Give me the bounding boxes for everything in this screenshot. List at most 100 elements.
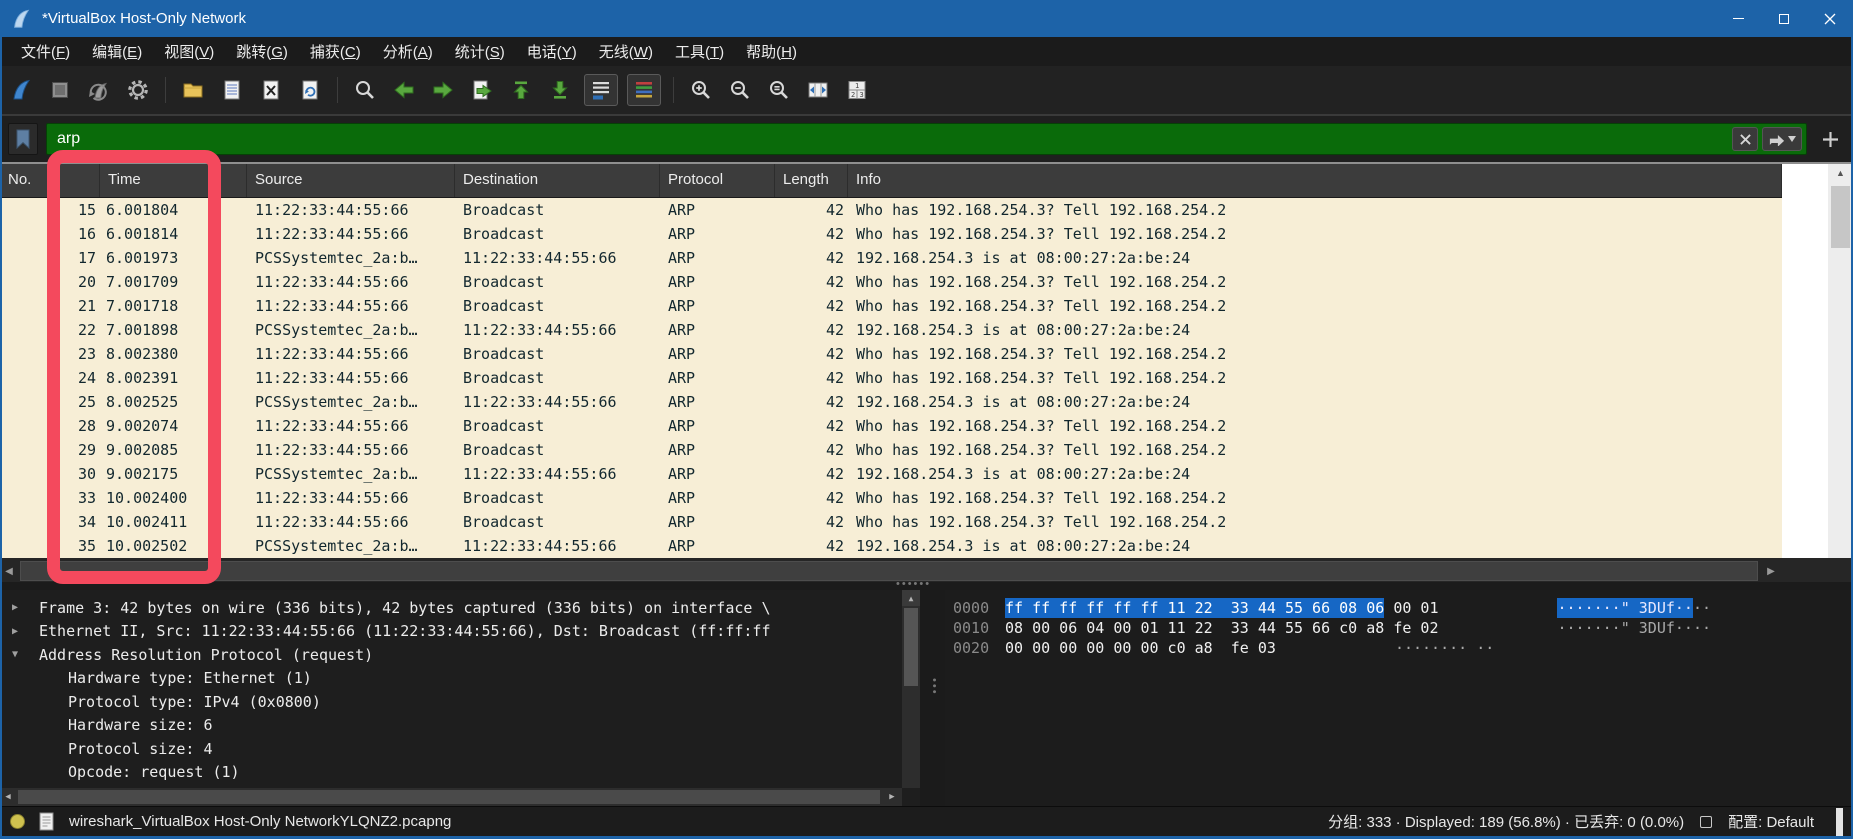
column-header-source[interactable]: Source	[247, 164, 455, 197]
hex-bytes[interactable]: 00 00 00 00 00 00 c0 a8 fe 03	[1005, 638, 1276, 658]
menu-item-f[interactable]: 文件(F)	[10, 38, 81, 65]
start-capture-button[interactable]	[6, 75, 36, 105]
hex-row[interactable]: 0000ff ff ff ff ff ff 11 22 33 44 55 66 …	[945, 598, 1853, 618]
reload-file-button[interactable]	[295, 75, 325, 105]
packet-row[interactable]: 289.00207411:22:33:44:55:66BroadcastARP4…	[0, 414, 1782, 438]
packet-row[interactable]: 207.00170911:22:33:44:55:66BroadcastARP4…	[0, 270, 1782, 294]
scrollbar-thumb[interactable]	[18, 790, 880, 804]
menu-item-s[interactable]: 统计(S)	[444, 38, 516, 65]
packet-row[interactable]: 299.00208511:22:33:44:55:66BroadcastARP4…	[0, 438, 1782, 462]
packet-row[interactable]: 156.00180411:22:33:44:55:66BroadcastARP4…	[0, 198, 1782, 222]
scroll-left-arrow-icon[interactable]: ◀	[0, 788, 16, 806]
hex-bytes[interactable]: ff ff ff ff ff ff 11 22 33 44 55 66 08 0…	[1005, 598, 1438, 618]
profile-icon[interactable]	[1700, 816, 1712, 828]
scroll-right-arrow-icon[interactable]: ▶	[884, 788, 900, 806]
filter-clear-button[interactable]	[1732, 127, 1758, 151]
open-file-button[interactable]	[178, 75, 208, 105]
filter-apply-button[interactable]	[1762, 127, 1802, 151]
resize-columns-button[interactable]	[803, 75, 833, 105]
packet-row[interactable]: 248.00239111:22:33:44:55:66BroadcastARP4…	[0, 366, 1782, 390]
minimize-button[interactable]	[1715, 0, 1761, 37]
menu-item-w[interactable]: 无线(W)	[588, 38, 664, 65]
last-packet-button[interactable]	[545, 75, 575, 105]
packet-bytes-pane[interactable]: 0000ff ff ff ff ff ff 11 22 33 44 55 66 …	[945, 590, 1853, 806]
packet-row[interactable]: 3310.00240011:22:33:44:55:66BroadcastARP…	[0, 486, 1782, 510]
capture-comment-icon[interactable]	[39, 812, 55, 831]
zoom-in-button[interactable]	[686, 75, 716, 105]
hex-ascii[interactable]: ········ ··	[1395, 638, 1494, 658]
details-vertical-scrollbar[interactable]: ▲	[902, 590, 920, 788]
hex-ascii[interactable]: ·······" 3DUf····	[1557, 598, 1711, 618]
pane-splitter-horizontal[interactable]: ••••••	[0, 582, 1853, 590]
scroll-right-arrow-icon[interactable]: ▶	[1762, 558, 1780, 584]
packet-detail-line[interactable]: Opcode: request (1)	[0, 761, 900, 785]
packet-row[interactable]: 258.002525PCSSystemtec_2a:b…11:22:33:44:…	[0, 390, 1782, 414]
packet-detail-line[interactable]: ▶Frame 3: 42 bytes on wire (336 bits), 4…	[0, 596, 900, 620]
packet-detail-line[interactable]: ▼Address Resolution Protocol (request)	[0, 643, 900, 667]
zoom-reset-button[interactable]	[764, 75, 794, 105]
packet-row[interactable]: 309.002175PCSSystemtec_2a:b…11:22:33:44:…	[0, 462, 1782, 486]
packet-row[interactable]: 217.00171811:22:33:44:55:66BroadcastARP4…	[0, 294, 1782, 318]
scroll-left-arrow-icon[interactable]: ◀	[0, 558, 18, 584]
packet-detail-line[interactable]: ▶Ethernet II, Src: 11:22:33:44:55:66 (11…	[0, 620, 900, 644]
expand-arrow-icon[interactable]: ▶	[12, 602, 39, 613]
pane-splitter-vertical[interactable]: •••	[920, 590, 945, 806]
close-file-button[interactable]	[256, 75, 286, 105]
colorize-toggle-button[interactable]	[627, 74, 661, 106]
expert-info-icon[interactable]	[10, 814, 25, 829]
packet-row[interactable]: 176.001973PCSSystemtec_2a:b…11:22:33:44:…	[0, 246, 1782, 270]
menu-item-a[interactable]: 分析(A)	[372, 38, 444, 65]
filter-bookmark-button[interactable]	[8, 123, 38, 155]
packet-detail-line[interactable]: Protocol size: 4	[0, 737, 900, 761]
menu-item-t[interactable]: 工具(T)	[664, 38, 735, 65]
menu-item-h[interactable]: 帮助(H)	[735, 38, 808, 65]
packet-list-vertical-scrollbar[interactable]: ▲ ▼	[1828, 164, 1853, 558]
restart-capture-button[interactable]	[84, 75, 114, 105]
expand-arrow-icon[interactable]: ▶	[12, 626, 39, 637]
scrollbar-thumb[interactable]	[1831, 186, 1850, 248]
menu-item-y[interactable]: 电话(Y)	[516, 38, 588, 65]
scrollbar-thumb[interactable]	[20, 561, 1758, 581]
hex-row[interactable]: 002000 00 00 00 00 00 c0 a8 fe 03·······…	[945, 638, 1853, 658]
column-header-length[interactable]: Length	[775, 164, 848, 197]
column-header-protocol[interactable]: Protocol	[660, 164, 775, 197]
save-file-button[interactable]	[217, 75, 247, 105]
find-packet-button[interactable]	[350, 75, 380, 105]
profile-label[interactable]: 配置: Default	[1728, 811, 1814, 832]
packet-row[interactable]: 238.00238011:22:33:44:55:66BroadcastARP4…	[0, 342, 1782, 366]
menu-item-c[interactable]: 捕获(C)	[299, 38, 372, 65]
maximize-button[interactable]	[1761, 0, 1807, 37]
scroll-up-arrow-icon[interactable]: ▲	[902, 590, 920, 606]
packet-row[interactable]: 3510.002502PCSSystemtec_2a:b…11:22:33:44…	[0, 534, 1782, 558]
column-header-no[interactable]: No.	[0, 164, 100, 197]
hex-ascii[interactable]: ·······" 3DUf····	[1557, 618, 1711, 638]
packet-detail-line[interactable]: Hardware size: 6	[0, 714, 900, 738]
scroll-up-arrow-icon[interactable]: ▲	[1828, 164, 1853, 181]
packet-detail-line[interactable]: Hardware type: Ethernet (1)	[0, 667, 900, 691]
scrollbar-thumb[interactable]	[904, 608, 918, 686]
capture-options-button[interactable]	[123, 75, 153, 105]
packet-detail-line[interactable]: Protocol type: IPv4 (0x0800)	[0, 690, 900, 714]
close-button[interactable]	[1807, 0, 1853, 37]
collapse-arrow-icon[interactable]: ▼	[12, 649, 39, 660]
column-header-info[interactable]: Info	[848, 164, 1782, 197]
menu-item-v[interactable]: 视图(V)	[153, 38, 225, 65]
auto-scroll-toggle-button[interactable]	[584, 74, 618, 106]
hex-row[interactable]: 001008 00 06 04 00 01 11 22 33 44 55 66 …	[945, 618, 1853, 638]
display-filter-input[interactable]: arp	[46, 123, 1807, 155]
packet-row[interactable]: 166.00181411:22:33:44:55:66BroadcastARP4…	[0, 222, 1782, 246]
next-packet-button[interactable]	[428, 75, 458, 105]
column-header-destination[interactable]: Destination	[455, 164, 660, 197]
filter-add-button[interactable]	[1815, 124, 1845, 154]
window-resize-grip[interactable]	[1836, 808, 1843, 836]
previous-packet-button[interactable]	[389, 75, 419, 105]
hex-bytes[interactable]: 08 00 06 04 00 01 11 22 33 44 55 66 c0 a…	[1005, 618, 1438, 638]
menu-item-g[interactable]: 跳转(G)	[225, 38, 299, 65]
toggle-columns-button[interactable]: 123	[842, 75, 872, 105]
zoom-out-button[interactable]	[725, 75, 755, 105]
go-to-packet-button[interactable]	[467, 75, 497, 105]
first-packet-button[interactable]	[506, 75, 536, 105]
packet-row[interactable]: 227.001898PCSSystemtec_2a:b…11:22:33:44:…	[0, 318, 1782, 342]
details-horizontal-scrollbar[interactable]: ◀ ▶	[0, 788, 902, 806]
column-header-time[interactable]: Time	[100, 164, 247, 197]
